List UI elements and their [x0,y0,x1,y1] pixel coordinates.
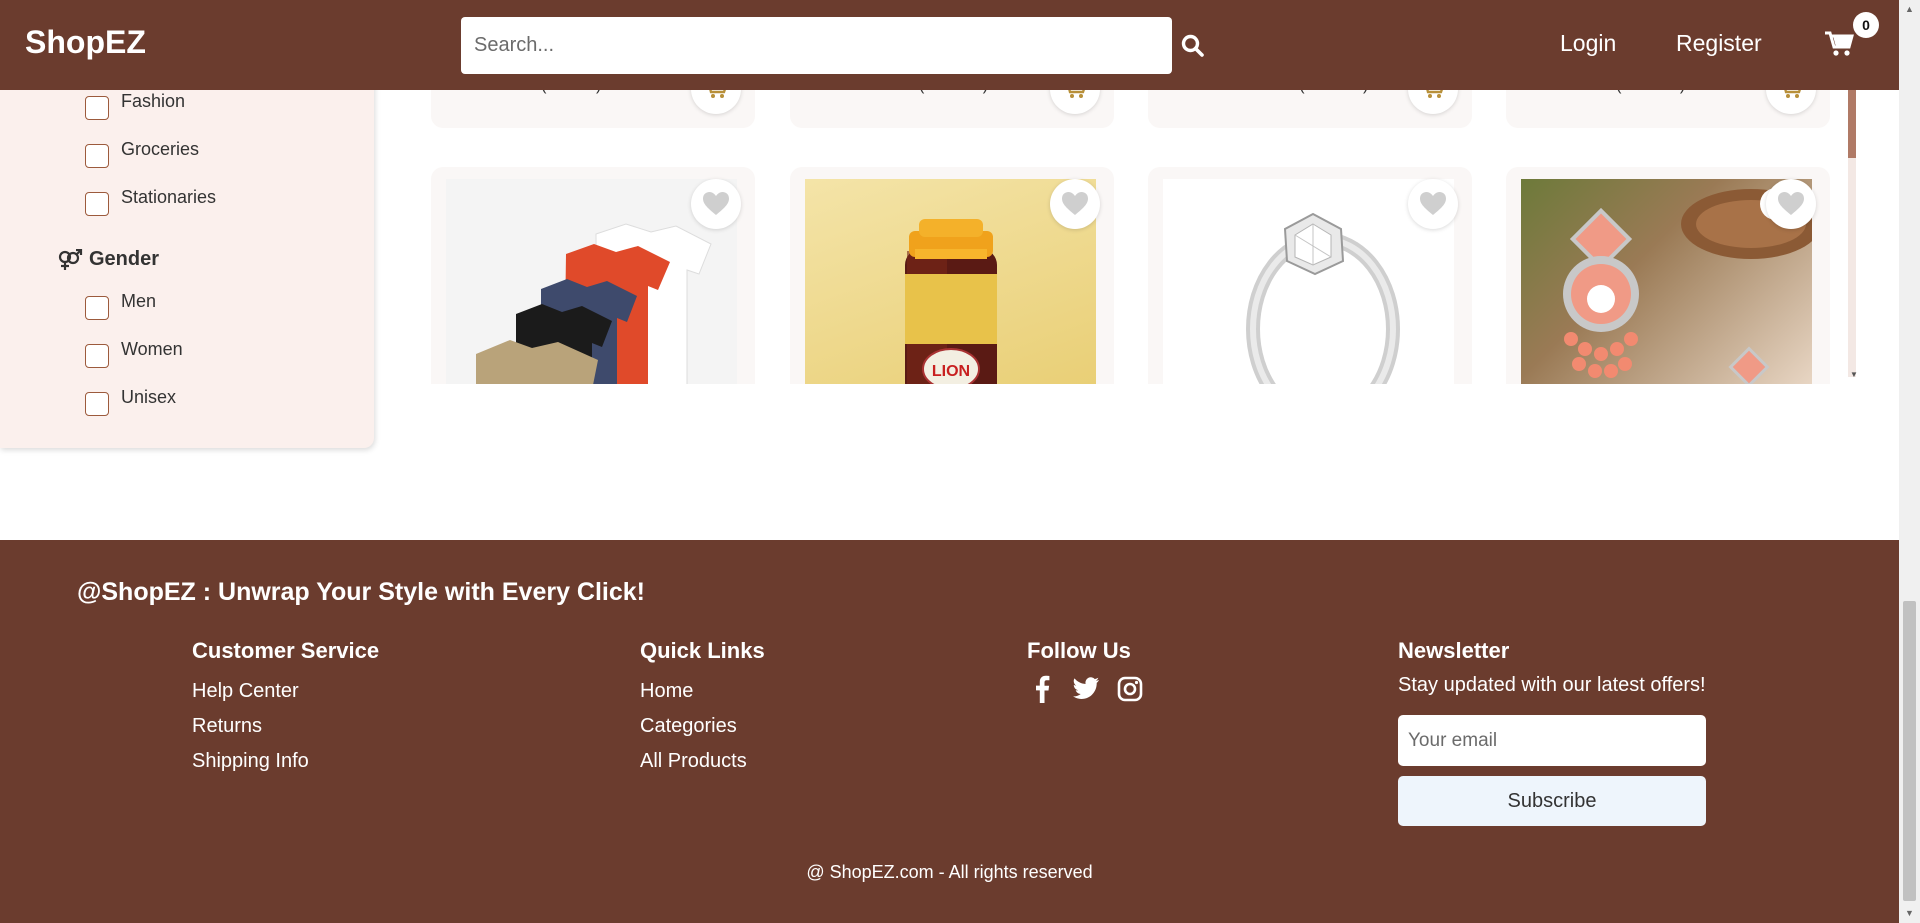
footer-heading: Follow Us [1027,638,1131,663]
gender-heading: Gender [57,248,159,271]
filter-label: Fashion [121,90,186,111]
heart-icon [1062,192,1088,215]
product-card[interactable] [431,167,755,384]
filter-label: Groceries [121,138,200,159]
footer-follow-us: Follow Us [1027,638,1145,704]
footer-link-help-center[interactable]: Help Center [192,674,379,709]
instagram-icon[interactable] [1115,674,1145,704]
filter-label: Unisex [121,386,177,407]
login-link[interactable]: Login [1560,30,1616,57]
search-icon [1181,34,1204,57]
checkbox[interactable] [85,96,109,120]
cart-button[interactable] [1824,30,1854,60]
heart-icon [1420,192,1446,215]
newsletter-text: Stay updated with our latest offers! [1398,674,1706,696]
heart-icon [1778,192,1804,215]
gender-icon [58,248,83,270]
footer-customer-service: Customer Service Help Center Returns Shi… [192,638,379,779]
footer-heading: Customer Service [192,638,380,663]
footer-link-shipping-info[interactable]: Shipping Info [192,744,379,779]
brand-logo[interactable]: ShopEZ [25,24,146,61]
filter-label: Women [121,338,183,359]
filter-label: Stationaries [121,186,217,207]
filter-sidebar: Fashion Groceries Stationaries Gender Me… [0,60,374,448]
footer-quick-links: Quick Links Home Categories All Products [640,638,765,779]
filter-option-unisex[interactable]: Unisex [85,387,176,416]
product-grid: ₹ 370 390 ( 5% off) ₹ 1147 1350 ( 15% of… [430,60,1870,384]
facebook-icon[interactable] [1027,674,1057,704]
email-field[interactable] [1398,715,1706,766]
page-scrollbar-thumb[interactable] [1903,601,1916,901]
footer-tagline: @ShopEZ : Unwrap Your Style with Every C… [77,578,646,606]
gender-heading-label: Gender [89,248,160,270]
checkbox[interactable] [85,192,109,216]
wishlist-button[interactable] [691,179,741,229]
page-scroll-down-arrow[interactable]: ▼ [1905,908,1914,918]
filter-option-men[interactable]: Men [85,291,156,320]
filter-option-stationaries[interactable]: Stationaries [85,187,216,216]
cart-icon [1825,31,1854,56]
filter-option-women[interactable]: Women [85,339,183,368]
footer-heading: Quick Links [640,638,765,663]
copyright-text: @ ShopEZ.com - All rights reserved [806,862,1093,882]
checkbox[interactable] [85,296,109,320]
filter-label: Men [121,290,157,311]
footer-heading: Newsletter [1398,638,1510,663]
wishlist-button[interactable] [1050,179,1100,229]
social-icons [1027,674,1145,704]
product-card[interactable] [1506,167,1830,384]
footer-link-home[interactable]: Home [640,674,765,709]
svg-text:LION: LION [932,363,970,380]
filter-option-groceries[interactable]: Groceries [85,139,199,168]
checkbox[interactable] [85,392,109,416]
search-input[interactable] [461,17,1172,74]
footer-newsletter: Newsletter Stay updated with our latest … [1398,638,1706,826]
checkbox[interactable] [85,144,109,168]
cart-count-badge: 0 [1853,12,1879,38]
wishlist-button[interactable] [1766,179,1816,229]
twitter-icon[interactable] [1071,674,1101,704]
product-scroll-down-arrow[interactable]: ▼ [1850,370,1858,379]
filter-option-fashion[interactable]: Fashion [85,91,185,120]
checkbox[interactable] [85,344,109,368]
search-box [461,17,1172,74]
search-button[interactable] [1180,33,1208,61]
product-scrollbar-thumb[interactable] [1848,90,1856,158]
product-card[interactable] [1148,167,1472,384]
footer-link-all-products[interactable]: All Products [640,744,765,779]
heart-icon [703,192,729,215]
footer-link-returns[interactable]: Returns [192,709,379,744]
navbar: ShopEZ Login Register 0 [0,0,1899,90]
footer: @ShopEZ : Unwrap Your Style with Every C… [0,540,1899,923]
page-scroll-up-arrow[interactable]: ▲ [1905,4,1914,14]
footer-link-categories[interactable]: Categories [640,709,765,744]
product-card[interactable]: LION [790,167,1114,384]
register-link[interactable]: Register [1676,30,1762,57]
subscribe-button[interactable]: Subscribe [1398,776,1706,826]
wishlist-button[interactable] [1408,179,1458,229]
